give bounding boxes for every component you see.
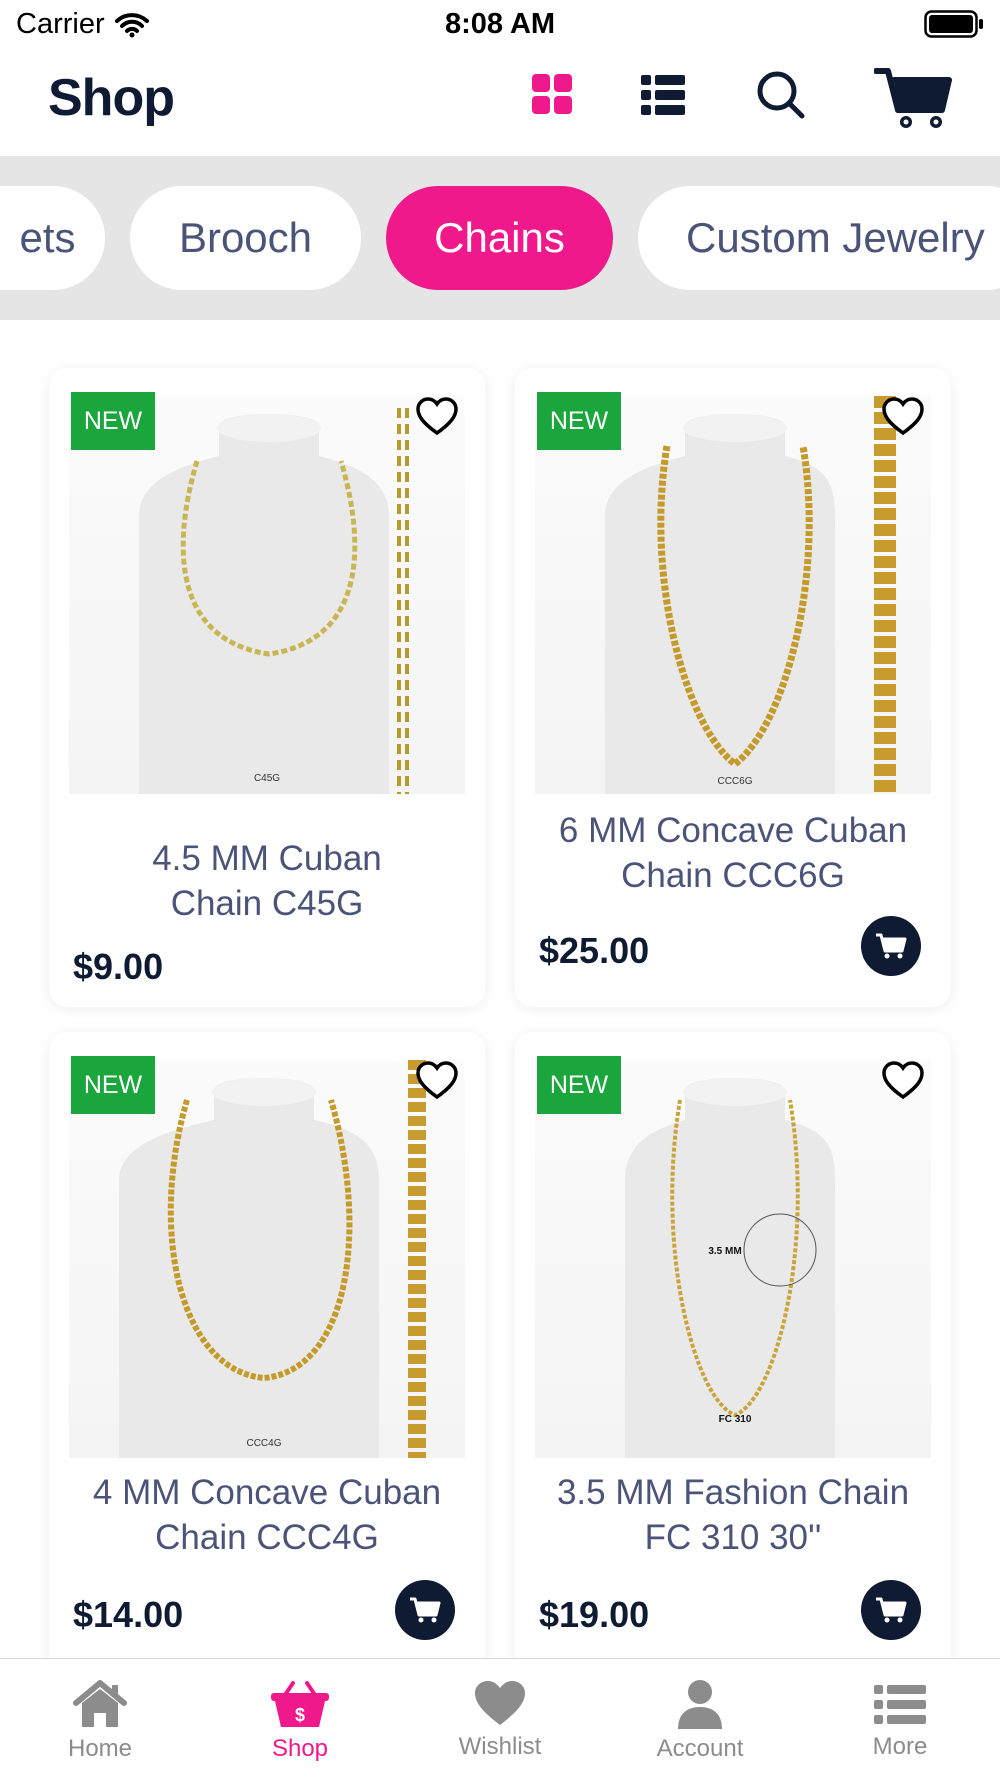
heart-icon[interactable] [415,1060,459,1100]
tab-shop[interactable]: $ Shop [200,1659,400,1778]
list-view-icon[interactable] [641,74,685,121]
category-chip-custom-jewelry[interactable]: Custom Jewelry [638,186,1000,290]
bottom-tab-bar: Home $ Shop Wishlist Account More [0,1658,1000,1778]
tab-home[interactable]: Home [0,1659,200,1778]
tab-account[interactable]: Account [600,1659,800,1778]
heart-icon[interactable] [415,396,459,436]
heart-icon[interactable] [881,1060,925,1100]
category-chip-label: Brooch [178,214,313,261]
product-name-line: 6 MM Concave Cuban [558,811,908,850]
home-icon [73,1680,127,1727]
add-to-cart-button[interactable] [861,916,921,976]
category-chip-label: ets [19,214,76,261]
category-chip-bracelets[interactable]: ets [0,186,105,290]
search-icon[interactable] [756,70,806,125]
image-tag: CCC4G [246,1438,281,1449]
product-name: 3.5 MM Fashion Chain FC 310 30'' [535,1470,931,1560]
product-price: $14.00 [73,1594,184,1635]
tab-label: More [872,1733,928,1760]
product-image: 3.5 MM FC 310 [535,1060,931,1458]
tab-label: Account [656,1735,744,1762]
new-badge: NEW [71,392,155,450]
battery-icon [924,10,984,43]
heart-icon [475,1681,525,1725]
product-card[interactable]: NEW 3.5 MM FC 310 3.5 MM Fashion Chain F… [515,1032,951,1672]
product-name-line: 3.5 MM Fashion Chain [556,1473,910,1512]
cart-icon [876,1597,907,1623]
product-image: C45G [69,396,465,794]
shop-basket-icon: $ [271,1681,329,1727]
tab-label: Wishlist [458,1733,542,1760]
tab-more[interactable]: More [800,1659,1000,1778]
product-name-line: Chain C45G [170,884,364,923]
new-badge: NEW [71,1056,155,1114]
tab-wishlist[interactable]: Wishlist [400,1659,600,1778]
cart-icon [876,933,907,959]
product-price: $25.00 [539,930,650,971]
product-price: $19.00 [539,1594,650,1635]
new-badge: NEW [537,1056,621,1114]
add-to-cart-button[interactable] [861,1580,921,1640]
tab-label: Shop [271,1735,329,1762]
grid-view-icon[interactable] [530,72,574,121]
status-bar: Carrier 8:08 AM [0,0,1000,50]
product-price: $9.00 [73,946,164,987]
product-name-line: FC 310 30'' [644,1518,822,1557]
svg-text:$: $ [295,1705,305,1725]
page-title: Shop [48,69,175,127]
image-size-label: 3.5 MM [708,1246,741,1257]
add-to-cart-button[interactable] [395,1580,455,1640]
product-name: 6 MM Concave Cuban Chain CCC6G [535,808,931,898]
header: Shop [0,56,1000,156]
product-name: 4 MM Concave Cuban Chain CCC4G [69,1470,465,1560]
product-name-line: Chain CCC6G [621,856,845,895]
more-list-icon [874,1685,926,1724]
cart-icon[interactable] [873,66,952,137]
new-badge: NEW [537,392,621,450]
cart-icon [410,1597,441,1623]
status-time: 8:08 AM [444,8,556,40]
product-name-line: 4.5 MM Cuban [152,839,382,878]
product-image: CCC4G [69,1060,465,1458]
tab-label: Home [67,1735,133,1762]
product-card[interactable]: NEW CCC4G 4 MM Concave Cuban Chain CCC4G… [49,1032,485,1672]
category-chip-chains[interactable]: Chains [386,186,613,290]
image-tag: FC 310 [719,1414,752,1425]
category-chip-brooch[interactable]: Brooch [130,186,361,290]
category-chip-label: Custom Jewelry [686,214,985,261]
product-name-line: Chain CCC4G [155,1518,379,1557]
product-image: CCC6G [535,396,931,794]
image-tag: CCC6G [717,776,752,787]
product-name-line: 4 MM Concave Cuban [92,1473,442,1512]
image-tag: C45G [254,773,280,784]
category-chip-label: Chains [434,214,565,261]
product-name: 4.5 MM Cuban Chain C45G [69,836,465,926]
product-card[interactable]: NEW C45G 4.5 MM Cuban Chain C45G $9.00 [49,368,485,1007]
product-card[interactable]: NEW CCC6G 6 MM Concave Cuban Chain CCC6G… [515,368,951,1007]
heart-icon[interactable] [881,396,925,436]
category-strip: ets Brooch Chains Custom Jewelry [0,156,1000,320]
account-icon [678,1680,722,1729]
